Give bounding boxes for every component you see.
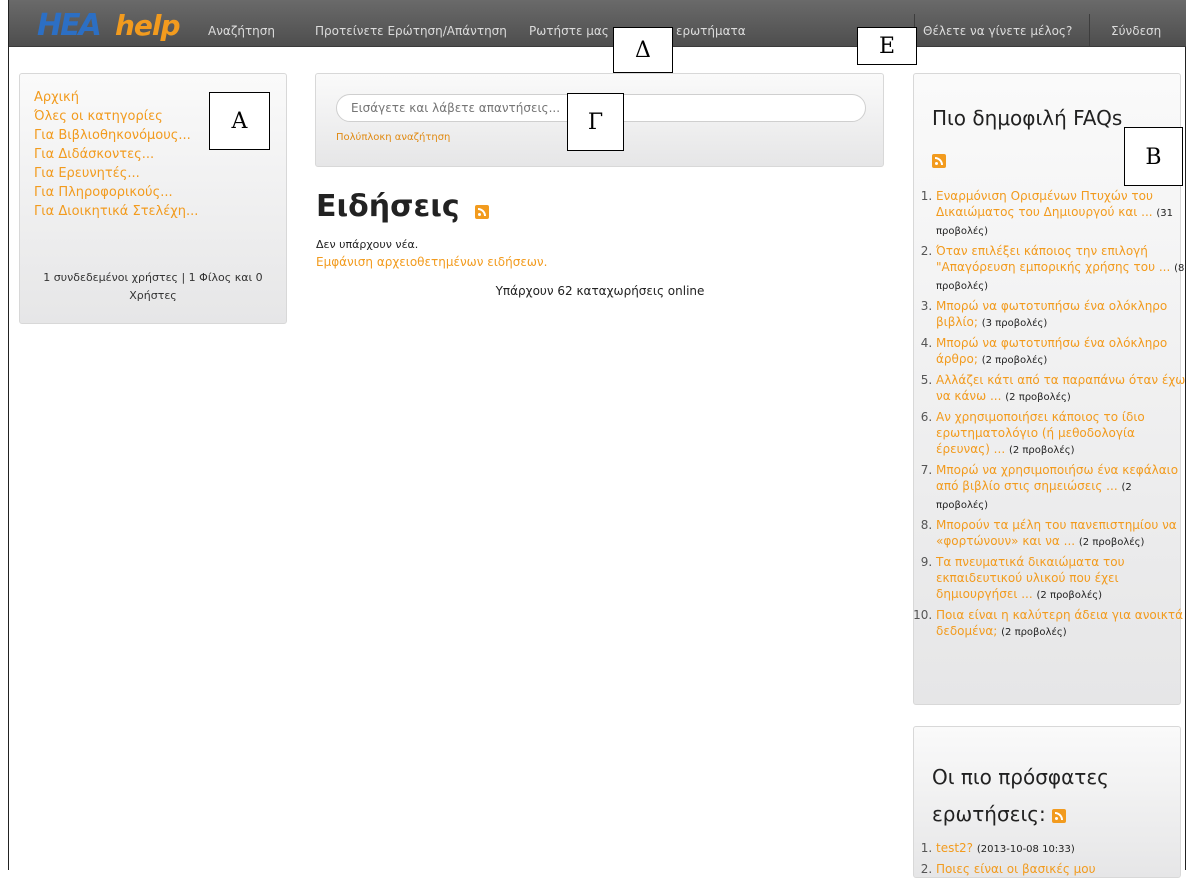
menu-item-researchers[interactable]: Για Ερευνητές... (34, 166, 198, 181)
menu-item-home[interactable]: Αρχική (34, 90, 198, 105)
label-epsilon: Ε (857, 27, 917, 65)
nav-ask-us-link[interactable]: Ρωτήστε μας (529, 24, 609, 38)
top-navbar: HEA help Αναζήτηση Προτείνετε Ερώτηση/Απ… (9, 0, 1186, 47)
label-beta: Β (1124, 127, 1183, 186)
logo-help-text: help (115, 9, 181, 42)
online-users-text: 1 συνδεδεμένοι χρήστες | 1 Φίλος και 0 Χ… (43, 271, 263, 302)
nav-search-link[interactable]: Αναζήτηση (208, 24, 275, 38)
recent-questions-panel: Οι πιο πρόσφατες ερωτήσεις: test2? (2013… (913, 726, 1181, 878)
label-alpha: Α (209, 92, 270, 150)
hea-help-logo[interactable]: HEA help (37, 8, 197, 43)
label-gamma: Γ (567, 93, 624, 151)
nav-separator (1089, 14, 1090, 46)
news-title: Ειδήσεις (316, 189, 460, 224)
list-item: Ποιες είναι οι βασικές μου (936, 861, 1186, 877)
rss-icon[interactable] (474, 204, 489, 219)
list-item: Μπορώ να φωτοτυπήσω ένα ολόκληρο βιβλίο;… (936, 298, 1186, 332)
list-item: Μπορώ να χρησιμοποιήσω ένα κεφάλαιο από … (936, 462, 1186, 514)
recent-questions-list: test2? (2013-10-08 10:33) Ποιες είναι οι… (914, 840, 1186, 880)
list-item: Αν χρησιμοποιήσει κάποιος το ίδιο ερωτημ… (936, 409, 1186, 459)
list-item: Ποια είναι η καλύτερη άδεια για ανοικτά … (936, 607, 1186, 641)
menu-item-teachers[interactable]: Για Διδάσκοντες... (34, 147, 198, 162)
list-item: Μπορούν τα μέλη του πανεπιστημίου να «φο… (936, 517, 1186, 551)
entries-online-text: Υπάρχουν 62 καταχωρήσεις online (495, 284, 705, 298)
news-heading: Ειδήσεις (316, 189, 489, 224)
list-item: Τα πνευματικά δικαιώματα του εκπαιδευτικ… (936, 554, 1186, 604)
list-item: Όταν επιλέξει κάποιος την επιλογή "Απαγό… (936, 243, 1186, 295)
nav-questions-link[interactable]: ερωτήματα (676, 24, 746, 38)
label-delta: Δ (613, 27, 673, 73)
popular-faqs-title: Πιο δημοφιλή FAQs (932, 106, 1123, 130)
list-item: Εναρμόνιση Ορισμένων Πτυχών του Δικαιώμα… (936, 188, 1186, 240)
nav-login-link[interactable]: Σύνδεση (1111, 24, 1161, 38)
list-item: Αλλάζει κάτι από τα παραπάνω όταν έχω να… (936, 372, 1186, 406)
rss-icon[interactable] (932, 154, 946, 168)
category-menu: Αρχική Όλες οι κατηγορίες Για Βιβλιοθηκο… (34, 90, 198, 223)
popular-faqs-list: Εναρμόνιση Ορισμένων Πτυχών του Δικαιώμα… (914, 188, 1186, 644)
menu-item-admins[interactable]: Για Διοικητικά Στελέχη... (34, 204, 198, 219)
logo-hea-text: HEA (37, 8, 102, 43)
recent-questions-title: Οι πιο πρόσφατες ερωτήσεις: (932, 765, 1109, 826)
advanced-search-link[interactable]: Πολύπλοκη αναζήτηση (336, 132, 450, 143)
rss-icon[interactable] (1052, 808, 1067, 823)
nav-suggest-link[interactable]: Προτείνετε Ερώτηση/Απάντηση (315, 24, 507, 38)
archived-news-link[interactable]: Εμφάνιση αρχειοθετημένων ειδήσεων. (316, 255, 547, 269)
menu-item-all-categories[interactable]: Όλες οι κατηγορίες (34, 109, 198, 124)
list-item: test2? (2013-10-08 10:33) (936, 840, 1186, 858)
menu-item-it-staff[interactable]: Για Πληροφορικούς... (34, 185, 198, 200)
list-item: Μπορώ να φωτοτυπήσω ένα ολόκληρο άρθρο; … (936, 335, 1186, 369)
no-news-text: Δεν υπάρχουν νέα. (316, 238, 419, 251)
menu-item-librarians[interactable]: Για Βιβλιοθηκονόμους... (34, 128, 198, 143)
nav-register-link[interactable]: Θέλετε να γίνετε μέλος? (923, 24, 1072, 38)
